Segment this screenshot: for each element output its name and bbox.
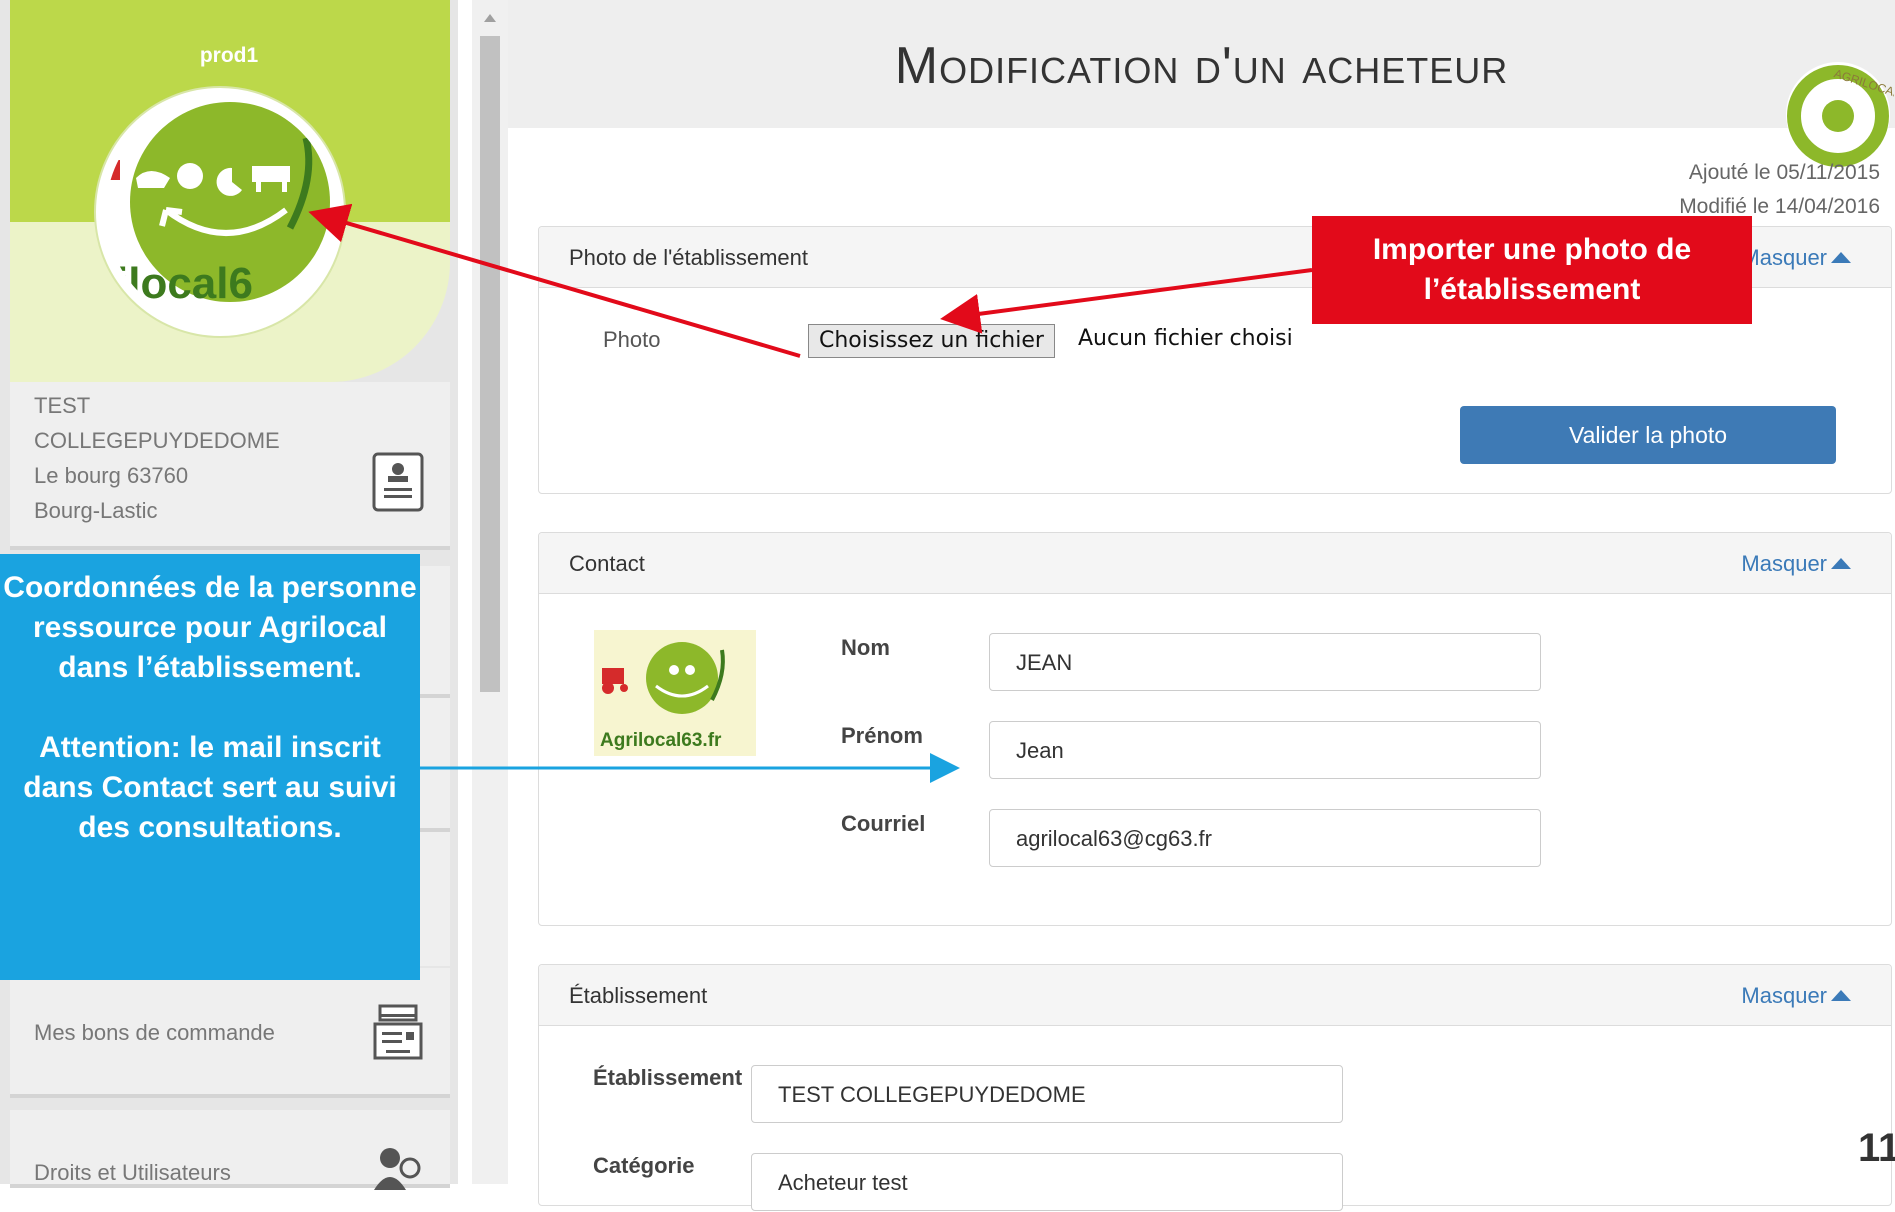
added-date: Ajouté le 05/11/2015 <box>1688 161 1880 184</box>
users-icon <box>374 1148 421 1190</box>
sidebar-item-orders-label: Mes bons de commande <box>34 1020 275 1045</box>
buyer-address-line: Le bourg 63760 <box>34 463 189 488</box>
svg-text:ilocal6: ilocal6 <box>116 259 253 308</box>
agrilocal-logo-icon: ilocal6 <box>106 102 330 308</box>
callout-contact-info: Coordonnées de la personne ressource pou… <box>0 554 420 980</box>
etablissement-input[interactable]: TEST COLLEGEPUYDEDOME <box>751 1065 1343 1123</box>
buyer-address: TEST COLLEGEPUYDEDOME Le bourg 63760 Bou… <box>34 388 280 528</box>
scroll-up-arrow-icon[interactable] <box>484 14 496 22</box>
contact-panel-toggle-label: Masquer <box>1741 551 1827 576</box>
sidebar-item-rights[interactable]: Droits et Utilisateurs <box>10 1110 450 1190</box>
etablissement-label: Établissement <box>593 1065 743 1090</box>
callout-photo-import: Importer une photo de l’établissement <box>1312 216 1752 324</box>
scroll-thumb[interactable] <box>480 36 500 692</box>
etablissement-panel-header: Établissement Masquer <box>539 965 1891 1026</box>
current-user-name: prod1 <box>199 44 259 67</box>
prenom-label: Prénom <box>841 723 923 748</box>
courriel-input[interactable]: agrilocal63@cg63.fr <box>989 809 1541 867</box>
buyer-card[interactable]: TEST COLLEGEPUYDEDOME Le bourg 63760 Bou… <box>10 382 450 550</box>
chevron-up-icon <box>1831 990 1851 1001</box>
buyer-name-line1: TEST <box>34 393 91 418</box>
validate-photo-button[interactable]: Valider la photo <box>1460 406 1836 464</box>
id-card-icon <box>372 452 424 512</box>
sidebar-item-orders[interactable]: Mes bons de commande <box>10 968 450 1098</box>
audit-dates: Ajouté le 05/11/2015 Modifié le 14/04/20… <box>1628 156 1880 224</box>
courriel-label: Courriel <box>841 811 926 836</box>
contact-panel-toggle[interactable]: Masquer <box>1741 551 1851 577</box>
etablissement-panel-title: Établissement <box>569 983 708 1008</box>
sidebar-scrollbar[interactable] <box>472 0 508 1184</box>
buyer-city-line: Bourg-Lastic <box>34 498 158 523</box>
agrilocal-corner-logo-icon: AGRILOCAL <box>1786 62 1894 167</box>
photo-panel-toggle-label: Masquer <box>1741 245 1827 270</box>
contact-panel-title: Contact <box>569 551 645 576</box>
callout-contact-warning: Attention: le mail inscrit dans Contact … <box>23 731 397 844</box>
categorie-select[interactable]: Acheteur test <box>751 1153 1343 1211</box>
nom-label: Nom <box>841 635 890 660</box>
categorie-label: Catégorie <box>593 1153 695 1178</box>
nom-input[interactable]: JEAN <box>989 633 1541 691</box>
file-status: Aucun fichier choisi <box>1078 326 1293 351</box>
svg-text:Agrilocal63.fr: Agrilocal63.fr <box>600 730 722 751</box>
etablissement-panel-toggle[interactable]: Masquer <box>1741 983 1851 1009</box>
photo-panel-toggle[interactable]: Masquer <box>1741 245 1851 271</box>
contact-panel-header: Contact Masquer <box>539 533 1891 594</box>
contact-logo: Agrilocal63.fr <box>594 630 756 756</box>
inbox-tray-icon <box>373 1004 423 1060</box>
agrilocal-small-logo-icon: Agrilocal63.fr <box>600 642 725 751</box>
main-content: Modification d'un acheteur AGRILOCAL Ajo… <box>508 0 1895 1211</box>
etablissement-panel-toggle-label: Masquer <box>1741 983 1827 1008</box>
photo-label: Photo <box>603 327 661 352</box>
sidebar-item-rights-label: Droits et Utilisateurs <box>34 1160 231 1185</box>
page-title: Modification d'un acheteur <box>894 37 1509 95</box>
photo-panel-title: Photo de l'établissement <box>569 245 809 270</box>
callout-contact-text: Coordonnées de la personne ressource pou… <box>3 571 417 684</box>
buyer-name-line2: COLLEGEPUYDEDOME <box>34 428 280 453</box>
page-number: 11 <box>1858 1126 1895 1170</box>
prenom-input[interactable]: Jean <box>989 721 1541 779</box>
etablissement-panel: Établissement Masquer Établissement TEST… <box>538 964 1892 1211</box>
chevron-up-icon <box>1831 558 1851 569</box>
buyer-avatar[interactable]: ilocal6 <box>96 88 344 336</box>
choose-file-button[interactable]: Choisissez un fichier <box>808 324 1055 358</box>
chevron-up-icon <box>1831 252 1851 263</box>
